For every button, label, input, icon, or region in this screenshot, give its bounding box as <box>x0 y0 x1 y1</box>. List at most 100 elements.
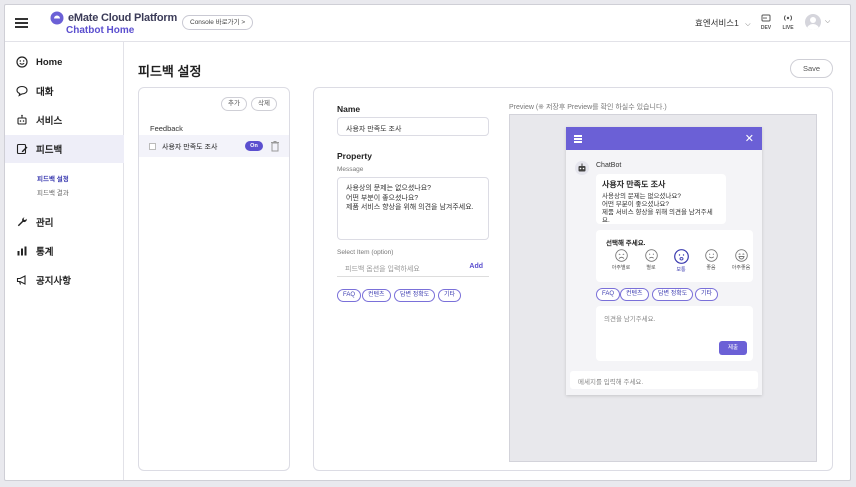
option-chip[interactable]: FAQ <box>337 289 362 302</box>
feedback-icon <box>15 143 28 156</box>
chatbot-menu-icon[interactable] <box>574 135 582 144</box>
face-very-good[interactable]: 아주좋음 <box>726 249 756 273</box>
sidebar-subitem-feedback-settings[interactable]: 피드백 설정 <box>37 173 69 183</box>
robot-icon <box>15 114 28 127</box>
face-neutral-selected[interactable]: 보통 <box>666 249 696 273</box>
message-textarea[interactable]: 사용상의 문제는 없으셨나요? 어떤 부분이 좋으셨나요? 제품 서비스 향상을… <box>337 177 489 240</box>
brand-title: eMate Cloud Platform <box>68 12 178 24</box>
sidebar-item-statistics[interactable]: 통계 <box>5 237 124 265</box>
face-very-bad[interactable]: 아주별로 <box>606 249 636 273</box>
face-label: 별로 <box>646 265 656 271</box>
live-label: LIVE <box>782 25 794 31</box>
feedback-on-toggle[interactable]: On <box>245 141 263 151</box>
brand-subtitle[interactable]: Chatbot Home <box>66 25 134 36</box>
wrench-icon <box>15 216 28 229</box>
feedback-list-panel: 추가 삭제 Feedback 사용자 만족도 조사 On <box>138 87 290 471</box>
face-bad[interactable]: 별로 <box>636 249 666 273</box>
feedback-edit-panel: Name 사용자 만족도 조사 Property Message 사용상의 문제… <box>313 87 833 471</box>
trash-icon[interactable] <box>270 140 280 152</box>
bar-chart-icon <box>15 245 28 258</box>
name-label: Name <box>337 104 361 114</box>
face-good[interactable]: 좋음 <box>696 249 726 273</box>
bubble-line: 제품 서비스 향상을 위해 의견을 남겨주세요. <box>602 209 713 224</box>
sidebar-item-service[interactable]: 서비스 <box>5 106 124 134</box>
chat-bubble-icon <box>15 85 28 98</box>
smile-icon <box>15 56 28 69</box>
sidebar-item-label: 피드백 <box>36 145 63 156</box>
select-item-input[interactable]: 피드백 옵션을 입력하세요 Add <box>337 259 489 277</box>
preview-option-chip[interactable]: FAQ <box>596 288 621 301</box>
service-select[interactable]: 효엔서비스1 ⌵ <box>695 17 751 29</box>
sad-face-icon <box>644 249 658 262</box>
hamburger-menu-icon[interactable] <box>15 18 28 28</box>
very-sad-face-icon <box>614 249 628 262</box>
chat-message-input[interactable]: 메세지를 입력해 주세요. <box>570 371 758 389</box>
neutral-face-icon <box>673 249 689 264</box>
page-title: 피드백 설정 <box>138 64 202 79</box>
console-shortcut-button[interactable]: Console 바로가기 > <box>182 15 254 30</box>
select-item-label: Select Item (option) <box>337 249 394 256</box>
face-label: 보통 <box>676 267 686 273</box>
feedback-list-label: Feedback <box>150 124 183 133</box>
avatar-chevron-down-icon[interactable]: ⌵ <box>825 18 830 26</box>
preview-label: Preview (※ 저장후 Preview를 확인 하실수 있습니다.) <box>509 104 667 111</box>
option-chip[interactable]: 컨텐츠 <box>362 289 391 302</box>
close-icon[interactable]: ✕ <box>745 132 754 145</box>
name-field[interactable]: 사용자 만족도 조사 <box>337 117 489 136</box>
happy-face-icon <box>704 249 718 262</box>
sidebar-item-notice[interactable]: 공지사항 <box>5 266 124 294</box>
app-window: eMate Cloud Platform Chatbot Home Consol… <box>4 4 851 481</box>
feedback-item-name: 사용자 만족도 조사 <box>162 144 218 151</box>
sidebar-item-label: 대화 <box>36 87 54 98</box>
option-chip[interactable]: 답변 정확도 <box>394 289 436 302</box>
rating-faces: 아주별로 별로 보통 좋음 아주좋음 <box>606 249 756 273</box>
sidebar-item-home[interactable]: Home <box>5 48 124 76</box>
property-label: Property <box>337 151 372 161</box>
preview-option-chip[interactable]: 기타 <box>695 288 719 301</box>
sidebar-item-chat[interactable]: 대화 <box>5 77 124 105</box>
very-happy-face-icon <box>734 249 748 262</box>
message-bubble: 사용자 만족도 조사 사용상의 문제는 없으셨나요? 어떤 부분이 좋으셨나요?… <box>596 174 726 224</box>
broadcast-icon <box>783 15 793 21</box>
sidebar-item-label: 통계 <box>36 247 54 258</box>
feedback-list-item[interactable]: 사용자 만족도 조사 On <box>139 135 289 157</box>
bot-avatar-icon <box>575 161 589 175</box>
emate-logo-icon <box>50 11 64 25</box>
dev-server-icon <box>761 14 771 22</box>
dev-environment-button[interactable]: DEV <box>758 14 774 32</box>
preview-option-chip[interactable]: 컨텐츠 <box>620 288 649 301</box>
feedback-item-checkbox[interactable] <box>149 143 156 150</box>
top-bar: eMate Cloud Platform Chatbot Home Consol… <box>5 5 850 42</box>
option-chip[interactable]: 기타 <box>438 289 462 302</box>
dev-label: DEV <box>760 25 772 31</box>
preview-area: ✕ ChatBot 사용자 만족도 조사 사용상의 문제는 없으셨나요? 어떤 … <box>509 114 817 462</box>
save-button[interactable]: Save <box>790 59 833 78</box>
bot-name: ChatBot <box>596 162 622 169</box>
submit-button[interactable]: 제출 <box>719 341 747 355</box>
sidebar-item-label: 서비스 <box>36 116 63 127</box>
select-item-placeholder: 피드백 옵션을 입력하세요 <box>345 266 420 273</box>
add-feedback-button[interactable]: 추가 <box>221 97 247 111</box>
rating-bubble: 선택해 주세요. 아주별로 별로 보통 좋음 아주좋음 <box>596 230 753 282</box>
user-avatar[interactable] <box>805 14 821 30</box>
delete-feedback-button[interactable]: 삭제 <box>251 97 277 111</box>
preview-option-chip[interactable]: 답변 정확도 <box>652 288 694 301</box>
bubble-line: 사용상의 문제는 없으셨나요? <box>602 193 681 200</box>
sidebar-item-label: Home <box>36 56 63 68</box>
bubble-title: 사용자 만족도 조사 <box>602 180 666 189</box>
service-select-value: 효엔서비스1 <box>695 18 739 28</box>
megaphone-icon <box>15 274 28 287</box>
message-label: Message <box>337 166 364 173</box>
opinion-placeholder: 의견을 남기주세요. <box>604 316 656 323</box>
chatbot-header: ✕ <box>566 127 762 150</box>
live-environment-button[interactable]: LIVE <box>779 14 797 32</box>
face-label: 아주좋음 <box>731 265 751 271</box>
sidebar-item-feedback[interactable]: 피드백 <box>5 135 124 163</box>
opinion-box[interactable]: 의견을 남기주세요. 제출 <box>596 306 753 361</box>
add-option-button[interactable]: Add <box>469 263 483 270</box>
sidebar: Home 대화 서비스 피드백 피드백 설정 피드백 결과 관리 통계 공지사항 <box>5 42 124 480</box>
sidebar-item-manage[interactable]: 관리 <box>5 208 124 236</box>
sidebar-subitem-feedback-results[interactable]: 피드백 결과 <box>37 187 69 197</box>
sidebar-item-label: 관리 <box>36 218 54 229</box>
chatbot-preview-window: ✕ ChatBot 사용자 만족도 조사 사용상의 문제는 없으셨나요? 어떤 … <box>566 127 762 395</box>
